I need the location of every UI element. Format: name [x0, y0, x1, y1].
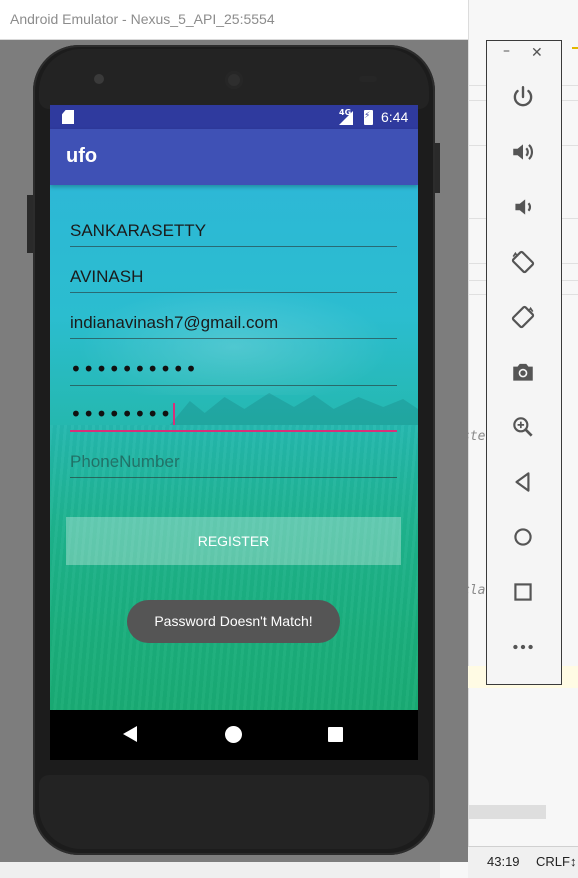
back-icon — [515, 472, 530, 492]
ide-horizontal-scrollbar[interactable] — [468, 805, 546, 819]
android-status-bar: 4G 6:44 — [50, 105, 418, 129]
email-value: indianavinash7@gmail.com — [70, 313, 279, 332]
rotate-right-icon — [511, 305, 535, 329]
phone-number-placeholder: PhoneNumber — [70, 452, 180, 471]
minimize-button[interactable]: – — [503, 43, 510, 59]
emulator-toolbar: – ✕ — [486, 40, 562, 685]
last-name-value: SANKARASETTY — [70, 221, 207, 240]
power-side-button — [435, 143, 440, 193]
text-cursor — [173, 403, 176, 425]
emulator-title: Android Emulator - Nexus_5_API_25:5554 — [10, 11, 275, 27]
rotate-right-button[interactable] — [508, 302, 538, 332]
volume-down-icon — [515, 199, 531, 215]
phone-bottom-bezel — [39, 775, 429, 849]
confirm-password-container: •••••••• — [70, 402, 176, 426]
register-form-screen: SANKARASETTY AVINASH indianavinash7@gmai… — [50, 185, 418, 710]
zoom-icon — [513, 417, 533, 437]
last-name-field[interactable]: SANKARASETTY — [70, 206, 397, 247]
nav-home-button[interactable] — [225, 726, 242, 743]
password-field[interactable]: •••••••••• — [70, 345, 397, 386]
camera-icon — [513, 363, 533, 381]
email-field[interactable]: indianavinash7@gmail.com — [70, 298, 397, 339]
line-separator[interactable]: CRLF↕ — [536, 854, 576, 869]
first-name-value: AVINASH — [70, 267, 144, 286]
rotate-left-button[interactable] — [508, 247, 538, 277]
network-type: 4G — [339, 108, 352, 117]
cursor-position[interactable]: 43:19 — [487, 854, 520, 869]
zoom-button[interactable] — [508, 412, 538, 442]
android-nav-bar — [50, 710, 418, 760]
earpiece-speaker — [225, 71, 243, 89]
toast-message: Password Doesn't Match! — [127, 600, 340, 643]
volume-up-icon — [513, 144, 533, 160]
home-button[interactable] — [508, 522, 538, 552]
emulator-window: Android Emulator - Nexus_5_API_25:5554 4… — [0, 0, 468, 862]
phone-number-field[interactable]: PhoneNumber — [70, 437, 397, 478]
proximity-sensor — [359, 76, 377, 82]
overview-icon — [514, 583, 532, 601]
status-clock: 6:44 — [381, 109, 409, 125]
password-mask: •••••••••• — [70, 357, 198, 381]
sd-card-icon — [62, 110, 74, 124]
rotate-left-icon — [511, 250, 535, 274]
confirm-password-mask: •••••••• — [70, 402, 173, 426]
close-button[interactable]: ✕ — [531, 45, 543, 61]
battery-charging-icon — [364, 110, 373, 125]
volume-side-button — [27, 195, 33, 253]
device-screen: 4G 6:44 ufo SANKARASETTY AVINASH indiana… — [50, 105, 418, 760]
emulator-titlebar[interactable]: Android Emulator - Nexus_5_API_25:5554 — [0, 0, 468, 40]
more-icon — [513, 644, 533, 650]
volume-down-button[interactable] — [508, 192, 538, 222]
screenshot-button[interactable] — [508, 357, 538, 387]
more-button[interactable] — [508, 632, 538, 662]
nav-recents-button[interactable] — [328, 727, 343, 742]
app-bar: ufo — [50, 129, 418, 185]
power-icon — [513, 86, 533, 107]
register-button[interactable]: REGISTER — [66, 517, 401, 565]
app-title: ufo — [66, 145, 98, 167]
nav-back-button[interactable] — [123, 726, 137, 742]
first-name-field[interactable]: AVINASH — [70, 252, 397, 293]
overview-button[interactable] — [508, 577, 538, 607]
home-icon — [514, 528, 532, 546]
volume-up-button[interactable] — [508, 137, 538, 167]
ide-marker — [572, 47, 578, 49]
back-button[interactable] — [508, 467, 538, 497]
power-button[interactable] — [508, 82, 538, 112]
confirm-password-field[interactable]: •••••••• — [70, 390, 397, 432]
front-camera — [94, 74, 104, 84]
